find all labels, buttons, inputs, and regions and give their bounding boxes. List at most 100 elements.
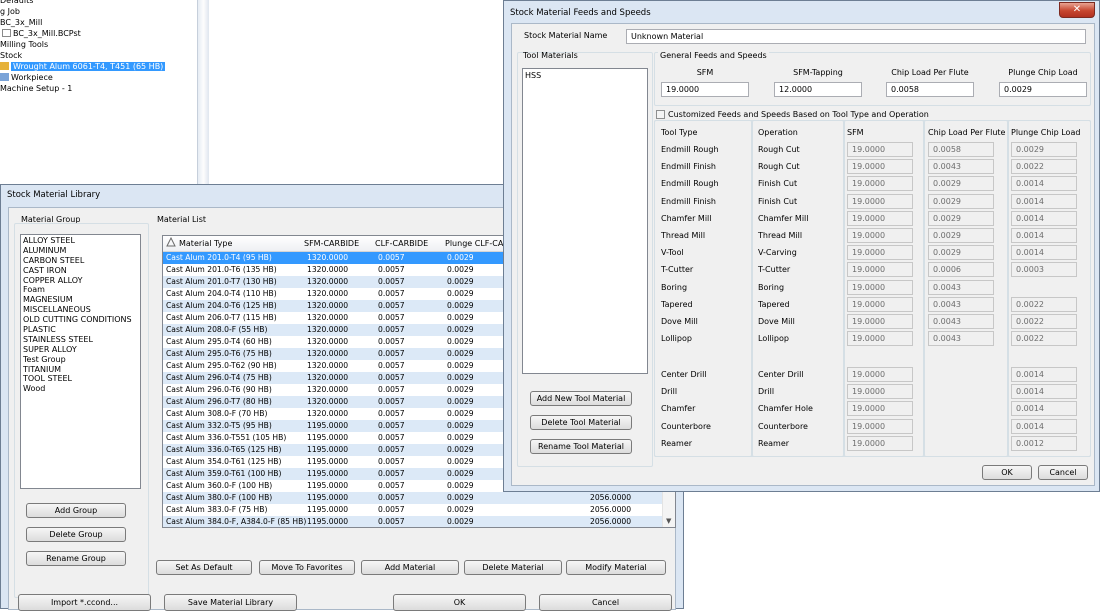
table-cell: 0.0057 <box>378 253 405 262</box>
table-cell: 2056.0000 <box>590 505 632 514</box>
set-as-default-button[interactable]: Set As Default <box>156 560 252 575</box>
table-cell: 1320.0000 <box>307 397 349 406</box>
modify-material-button[interactable]: Modify Material <box>566 560 666 575</box>
col-clf-carbide[interactable]: CLF-CARBIDE <box>375 236 428 252</box>
table-cell: 1320.0000 <box>307 313 349 322</box>
material-group-item[interactable]: STAINLESS STEEL <box>21 335 140 345</box>
material-group-item[interactable]: CAST IRON <box>21 266 140 276</box>
feeds-cancel-button[interactable]: Cancel <box>1038 465 1088 480</box>
feeds-ok-button[interactable]: OK <box>982 465 1032 480</box>
tree-item-label: g Job <box>0 7 20 16</box>
table-cell: 0.0057 <box>378 265 405 274</box>
customized-checkbox[interactable] <box>656 110 665 119</box>
operation-label: Lollipop <box>758 334 789 344</box>
rename-tool-material-button[interactable]: Rename Tool Material <box>530 439 632 454</box>
plunge-field: 0.0022 <box>1011 296 1077 312</box>
material-group-item[interactable]: Foam <box>21 285 140 295</box>
scroll-down-icon[interactable]: ▼ <box>666 517 671 525</box>
tree-scrollbar[interactable] <box>197 0 209 190</box>
customized-label: Customized Feeds and Speeds Based on Too… <box>668 110 929 119</box>
header-operation: Operation <box>758 128 798 137</box>
table-cell: 0.0057 <box>378 289 405 298</box>
material-group-item[interactable]: CARBON STEEL <box>21 256 140 266</box>
material-group-item[interactable]: TOOL STEEL <box>21 374 140 384</box>
table-cell: 0.0029 <box>447 517 474 526</box>
operation-label: Boring <box>758 282 785 292</box>
table-cell: 0.0029 <box>447 421 474 430</box>
material-group-item[interactable]: OLD CUTTING CONDITIONS <box>21 315 140 325</box>
import-button[interactable]: Import *.ccond... <box>18 594 151 611</box>
delete-tool-material-button[interactable]: Delete Tool Material <box>530 415 632 430</box>
table-cell: 0.0057 <box>378 421 405 430</box>
tree-item[interactable]: Milling Tools <box>0 39 48 50</box>
operation-label: Chamfer Mill <box>758 213 809 223</box>
add-tool-material-button[interactable]: Add New Tool Material <box>530 391 632 406</box>
save-material-library-button[interactable]: Save Material Library <box>164 594 297 611</box>
tree-item[interactable]: Wrought Alum 6061-T4, T451 (65 HB) <box>0 61 166 72</box>
table-cell: 0.0057 <box>378 445 405 454</box>
move-to-favorites-button[interactable]: Move To Favorites <box>259 560 355 575</box>
tree-item[interactable]: Workpiece <box>0 72 53 83</box>
table-row[interactable]: Cast Alum 383.0-F (75 HB) 1195.0000 0.0057… <box>163 504 663 516</box>
add-group-button[interactable]: Add Group <box>26 503 126 518</box>
material-group-item[interactable]: SUPER ALLOY <box>21 345 140 355</box>
add-material-button[interactable]: Add Material <box>361 560 459 575</box>
material-group-item[interactable]: TITANIUM <box>21 365 140 375</box>
operation-label: Finish Cut <box>758 179 798 189</box>
header-sfm: SFM <box>847 128 864 137</box>
table-cell: Cast Alum 295.0-T4 (60 HB) <box>166 337 272 346</box>
col-material-type[interactable]: Material Type <box>179 236 232 252</box>
material-group-item[interactable]: MAGNESIUM <box>21 295 140 305</box>
delete-material-button[interactable]: Delete Material <box>464 560 562 575</box>
tool-type-label: T-Cutter <box>661 265 694 275</box>
clf-field: 0.0006 <box>928 262 994 278</box>
tool-type-label: Counterbore <box>661 421 711 431</box>
material-group-list[interactable]: ALLOY STEEL ALUMINUM CARBON STEEL CAST IRON… <box>20 234 141 489</box>
plunge-field: 0.0022 <box>1011 159 1077 175</box>
plunge-field: 0.0014 <box>1011 210 1077 226</box>
material-group-item[interactable]: Wood <box>21 384 140 394</box>
operation-label: Rough Cut <box>758 162 800 172</box>
tree-item[interactable]: g Job <box>0 6 20 17</box>
tool-type-label: V-Tool <box>661 248 684 258</box>
tool-type-label: Dove Mill <box>661 317 698 326</box>
material-group-item[interactable]: ALUMINUM <box>21 246 140 256</box>
table-cell: 0.0029 <box>447 289 474 298</box>
material-group-item[interactable]: MISCELLANEOUS <box>21 305 140 315</box>
sort-icon <box>166 236 176 252</box>
operation-label: Reamer <box>758 438 790 448</box>
col-sfm-carbide[interactable]: SFM-CARBIDE <box>304 236 359 252</box>
general-field-2[interactable]: 0.0058 <box>886 82 974 97</box>
table-cell: 0.0057 <box>378 277 405 286</box>
library-ok-button[interactable]: OK <box>393 594 526 611</box>
close-icon[interactable]: ✕ <box>1059 2 1095 18</box>
tree-item-label: Milling Tools <box>0 40 49 49</box>
tool-type-label: Endmill Rough <box>661 145 719 154</box>
material-group-item[interactable]: Test Group <box>21 355 140 365</box>
sfm-field: 19.0000 <box>847 279 913 295</box>
table-cell: Cast Alum 360.0-F (100 HB) <box>166 481 273 490</box>
table-cell: Cast Alum 384.0-F, A384.0-F (85 HB) <box>166 517 307 526</box>
tool-materials-list[interactable]: HSS <box>522 68 648 374</box>
general-field-0[interactable]: 19.0000 <box>661 82 749 97</box>
table-cell: 1195.0000 <box>307 421 349 430</box>
stock-material-name-field[interactable]: Unknown Material <box>626 29 1086 44</box>
table-cell: 0.0029 <box>447 505 474 514</box>
material-group-item[interactable]: COPPER ALLOY <box>21 276 140 286</box>
tree-item[interactable]: BC_3x_Mill <box>0 17 42 28</box>
general-field-3[interactable]: 0.0029 <box>999 82 1087 97</box>
library-cancel-button[interactable]: Cancel <box>539 594 672 611</box>
tree-item[interactable]: Stock <box>0 50 22 61</box>
general-field-1[interactable]: 12.0000 <box>774 82 862 97</box>
table-cell: 0.0057 <box>378 517 405 526</box>
material-group-item[interactable]: ALLOY STEEL <box>21 236 140 246</box>
sfm-field: 19.0000 <box>847 193 913 209</box>
table-row[interactable]: Cast Alum 380.0-F (100 HB) 1195.0000 0.005… <box>163 492 663 504</box>
tree-item[interactable]: BC_3x_Mill.BCPst <box>0 28 81 39</box>
material-group-item[interactable]: PLASTIC <box>21 325 140 335</box>
delete-group-button[interactable]: Delete Group <box>26 527 126 542</box>
table-row[interactable]: Cast Alum 384.0-F, A384.0-F (85 HB) 1195.… <box>163 516 663 527</box>
tool-material-item[interactable]: HSS <box>523 71 647 81</box>
tree-item[interactable]: Machine Setup - 1 <box>0 83 72 94</box>
rename-group-button[interactable]: Rename Group <box>26 551 126 566</box>
